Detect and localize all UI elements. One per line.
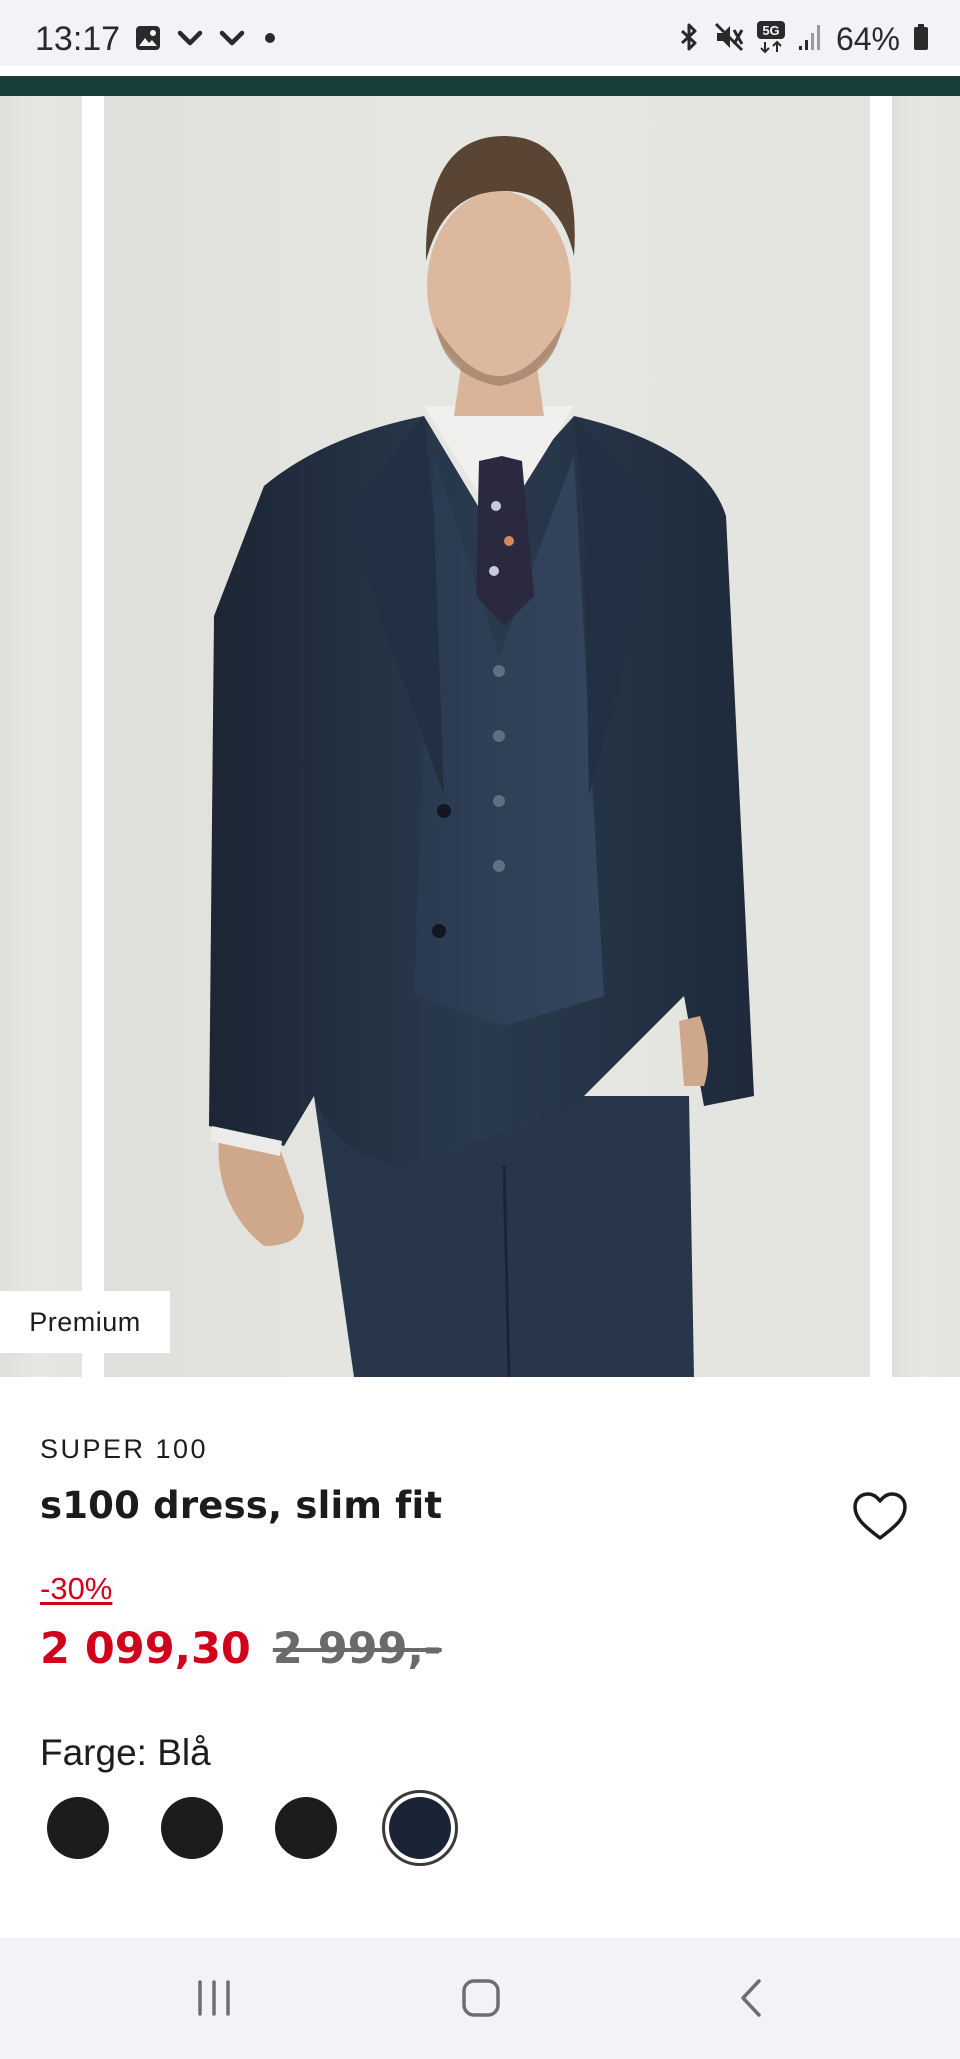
color-swatch[interactable] [47, 1797, 109, 1859]
mute-icon [714, 22, 744, 57]
color-swatches [40, 1790, 458, 1866]
product-image-carousel[interactable]: Premium [0, 96, 960, 1377]
swatch-option-selected[interactable] [382, 1790, 458, 1866]
swatch-option[interactable] [268, 1790, 344, 1866]
product-title: s100 dress, slim fit [40, 1484, 443, 1527]
swatch-option[interactable] [40, 1790, 116, 1866]
color-swatch[interactable] [275, 1797, 337, 1859]
chevron-down-icon [218, 24, 246, 57]
dot-icon [260, 24, 280, 57]
header-accent-bar [0, 76, 960, 96]
home-icon [462, 1979, 500, 2017]
heart-icon [853, 1492, 907, 1540]
back-button[interactable] [712, 1968, 792, 2028]
product-brand[interactable]: SUPER 100 [40, 1434, 208, 1465]
chevron-down-icon [176, 24, 204, 57]
swatch-option[interactable] [154, 1790, 230, 1866]
signal-icon [798, 22, 824, 57]
color-label: Farge: Blå [40, 1732, 211, 1773]
discount-badge[interactable]: -30% [40, 1571, 112, 1607]
notification-icons [134, 24, 280, 57]
premium-badge: Premium [0, 1291, 170, 1353]
status-separator [0, 66, 960, 76]
color-swatch[interactable] [161, 1797, 223, 1859]
recent-apps-button[interactable] [174, 1968, 254, 2028]
product-image[interactable] [104, 96, 870, 1377]
system-nav-bar [0, 1938, 960, 2059]
battery-level: 64% [835, 21, 900, 57]
battery-icon [912, 22, 930, 57]
suit-model-illustration [209, 136, 754, 1377]
carousel-prev-slide[interactable] [0, 96, 82, 1377]
home-button[interactable] [441, 1968, 521, 2028]
premium-badge-label: Premium [29, 1306, 141, 1337]
color-swatch-selected[interactable] [389, 1797, 451, 1859]
recent-apps-icon [198, 1980, 230, 2016]
status-time: 13:17 [35, 20, 121, 58]
gallery-icon [134, 24, 162, 57]
status-bar: 13:17 5G 64% [0, 0, 960, 66]
svg-text:5G: 5G [762, 23, 779, 38]
back-icon [741, 1979, 761, 2017]
original-price: 2 999,- [272, 1624, 442, 1674]
price-row: 2 099,30 2 999,- [40, 1624, 442, 1674]
sale-price: 2 099,30 [40, 1624, 251, 1674]
carousel-next-slide[interactable] [892, 96, 960, 1377]
favorite-button[interactable] [850, 1490, 910, 1544]
screen: 13:17 5G 64% Premium SUPER 100 s100 dres… [0, 0, 960, 2059]
5g-icon: 5G [756, 20, 786, 59]
bluetooth-icon [676, 22, 702, 57]
system-icons: 5G 64% [676, 20, 930, 59]
